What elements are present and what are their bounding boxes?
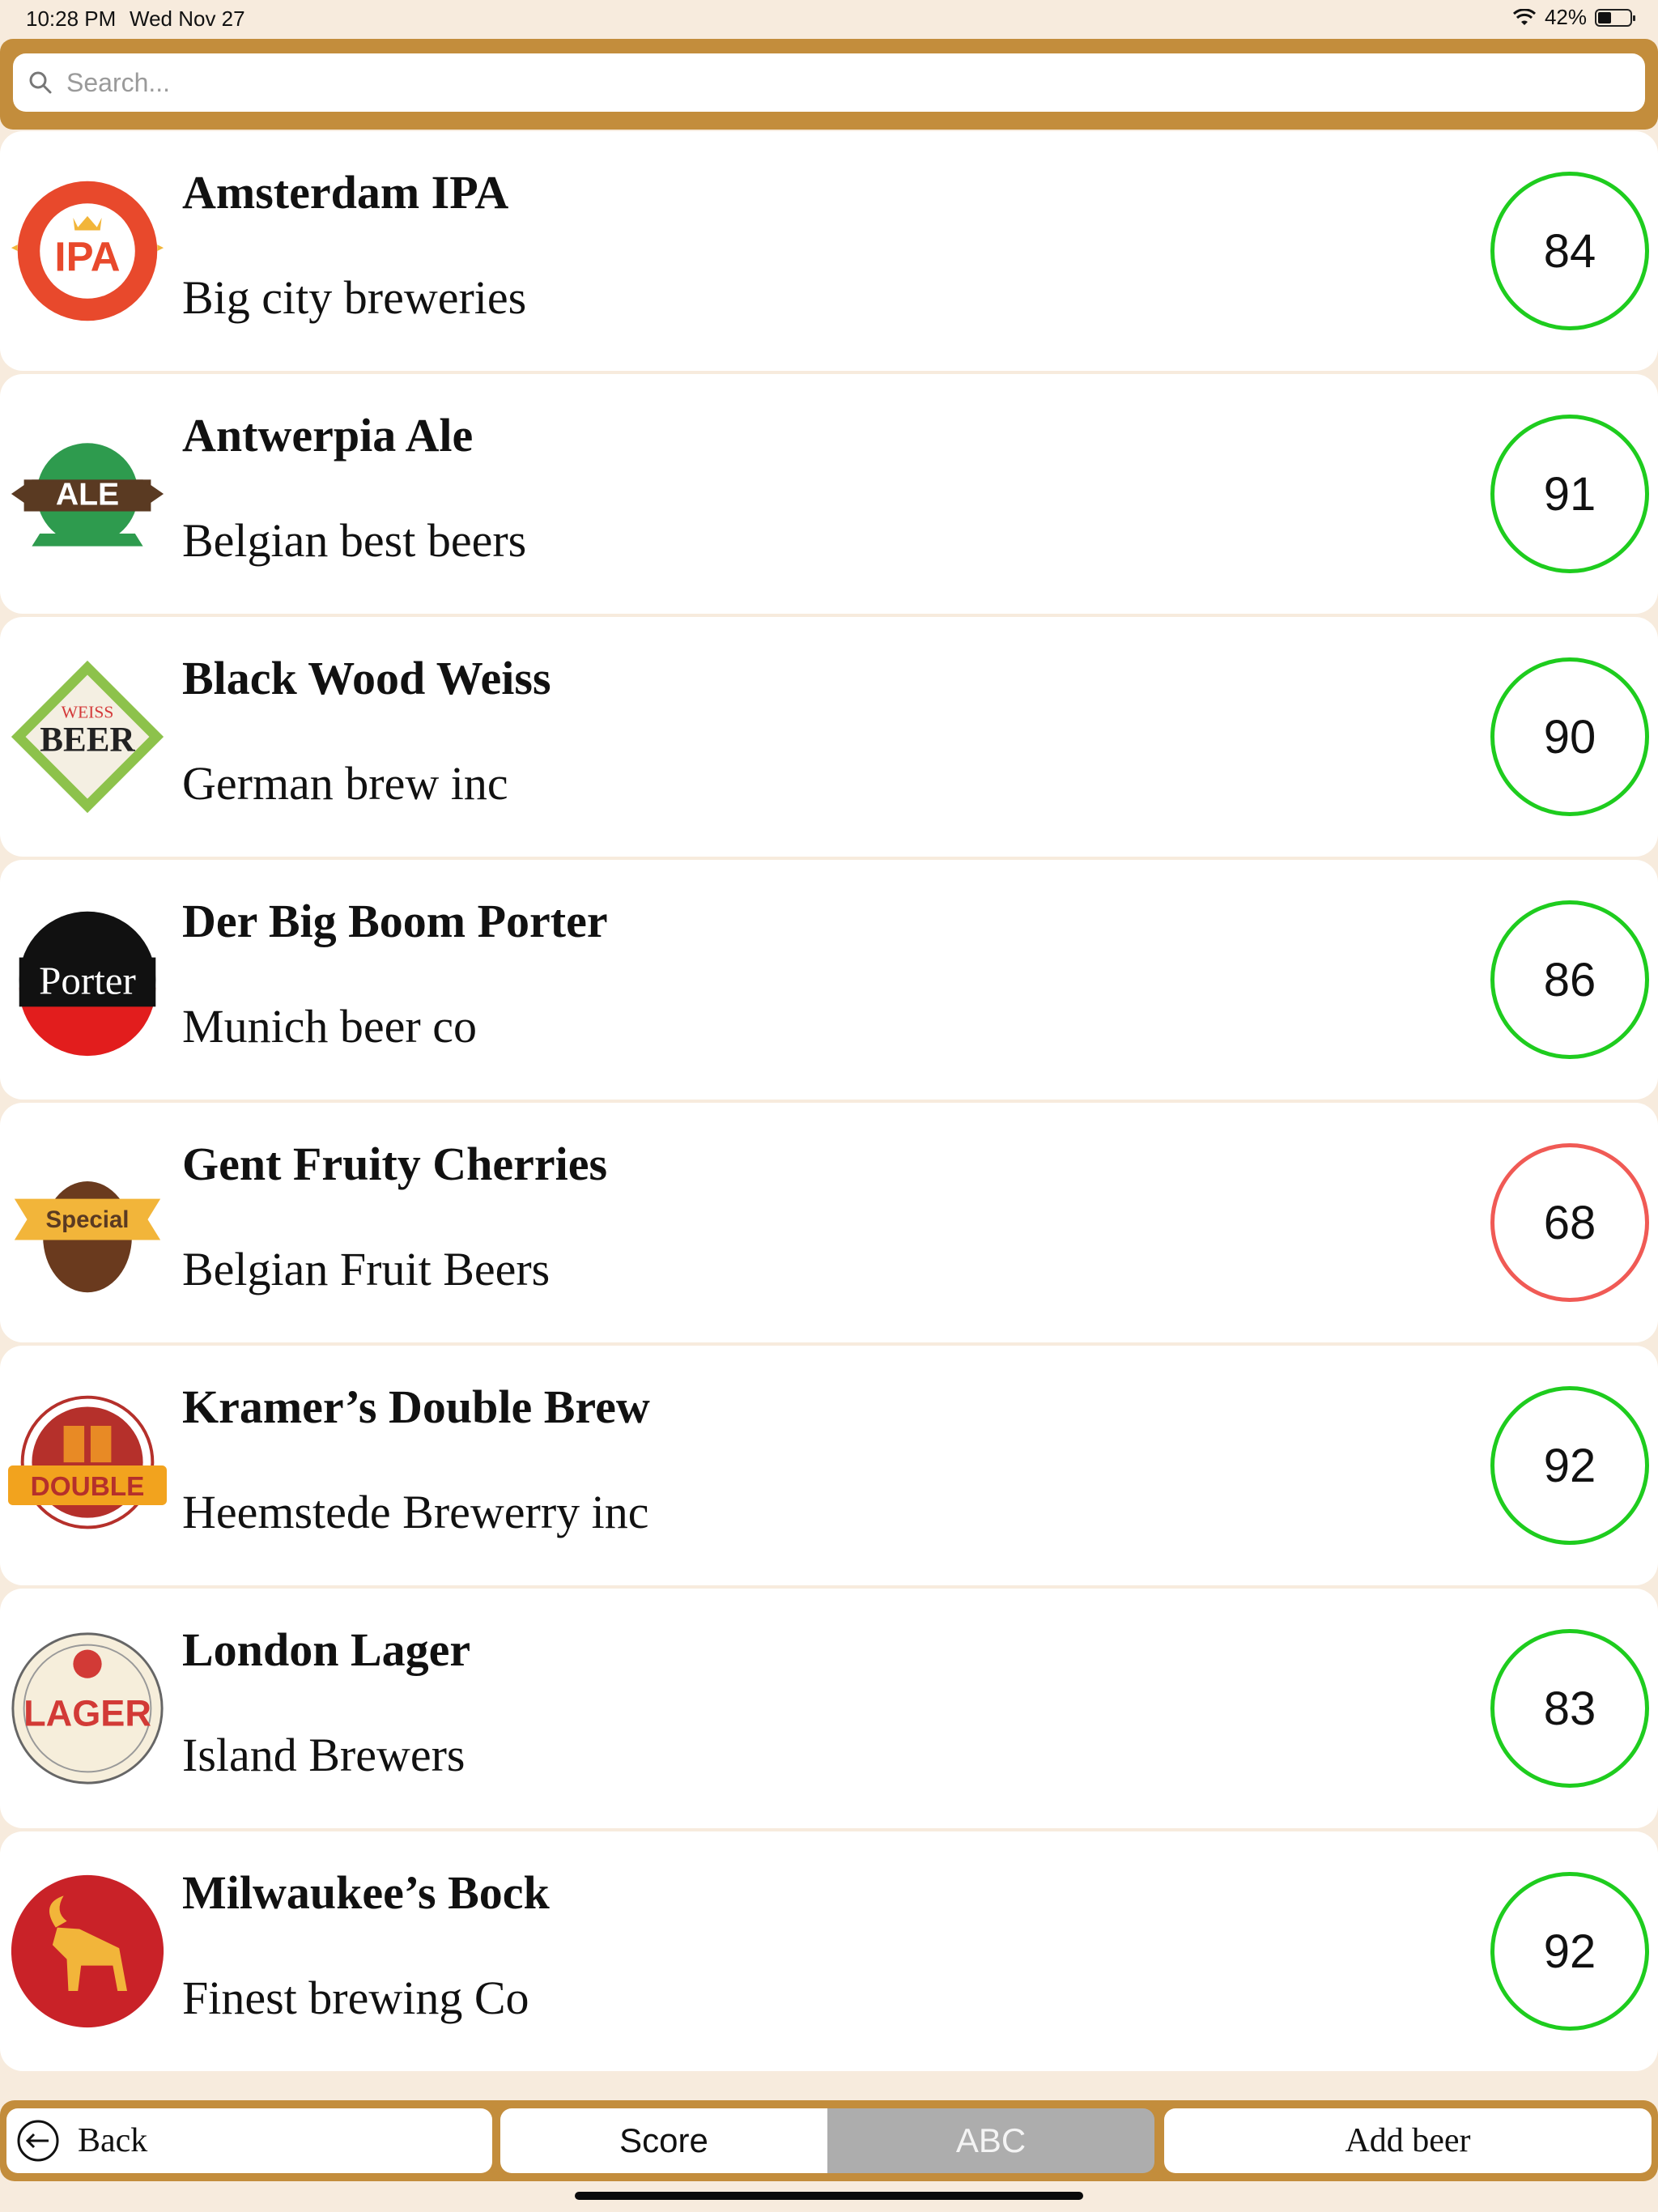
beer-name: Antwerpia Ale bbox=[182, 409, 474, 462]
score-badge: 92 bbox=[1490, 1386, 1649, 1545]
status-indicators: 42% bbox=[1512, 5, 1635, 30]
double-badge-icon: DOUBLE bbox=[8, 1395, 167, 1529]
svg-text:BEER: BEER bbox=[40, 721, 135, 759]
lager-badge-icon: LAGER bbox=[11, 1632, 164, 1784]
beer-name: Milwaukee’s Bock bbox=[182, 1866, 550, 1919]
back-label: Back bbox=[78, 2122, 148, 2159]
score-badge: 68 bbox=[1490, 1143, 1649, 1302]
home-indicator[interactable] bbox=[575, 2192, 1083, 2200]
search-icon bbox=[29, 71, 52, 94]
svg-text:Special: Special bbox=[46, 1206, 130, 1233]
status-bar: 10:28 PM Wed Nov 27 42% bbox=[0, 0, 1658, 39]
brewery-name: Big city breweries bbox=[182, 271, 527, 324]
beer-name: Black Wood Weiss bbox=[182, 652, 551, 704]
search-field[interactable] bbox=[13, 53, 1645, 112]
back-button[interactable]: Back bbox=[6, 2108, 492, 2173]
svg-text:Porter: Porter bbox=[39, 959, 136, 1003]
weiss-beer-badge-icon: WEISS BEER bbox=[11, 660, 164, 814]
beer-row-gent-fruity-cherries[interactable]: Special Gent Fruity Cherries Belgian Fru… bbox=[0, 1103, 1658, 1342]
brewery-name: Heemstede Brewerry inc bbox=[182, 1486, 649, 1538]
beer-row-london-lager[interactable]: LAGER London Lager Island Brewers 83 bbox=[0, 1589, 1658, 1828]
beer-row-black-wood-weiss[interactable]: WEISS BEER Black Wood Weiss German brew … bbox=[0, 617, 1658, 857]
goat-badge-icon bbox=[11, 1874, 164, 2028]
bottom-toolbar: Back Score ABC Add beer bbox=[0, 2100, 1658, 2181]
add-beer-button[interactable]: Add beer bbox=[1164, 2108, 1652, 2173]
beer-row-antwerpia-ale[interactable]: ALE Antwerpia Ale Belgian best beers 91 bbox=[0, 374, 1658, 614]
ipa-badge-icon: IPA bbox=[11, 181, 164, 321]
search-bar bbox=[0, 39, 1658, 130]
svg-text:WEISS: WEISS bbox=[62, 702, 114, 721]
status-time: 10:28 PM bbox=[26, 6, 117, 31]
svg-text:ALE: ALE bbox=[56, 478, 119, 513]
sort-abc-tab[interactable]: ABC bbox=[827, 2108, 1154, 2173]
score-badge: 92 bbox=[1490, 1872, 1649, 2031]
battery-icon bbox=[1595, 8, 1635, 27]
brewery-name: Finest brewing Co bbox=[182, 1972, 529, 2024]
brewery-name: German brew inc bbox=[182, 757, 508, 810]
brewery-name: Belgian best beers bbox=[182, 514, 527, 567]
porter-badge-icon: Porter bbox=[19, 911, 156, 1057]
brewery-name: Belgian Fruit Beers bbox=[182, 1243, 551, 1295]
battery-percent: 42% bbox=[1544, 5, 1587, 29]
brewery-name: Island Brewers bbox=[182, 1729, 466, 1781]
score-badge: 83 bbox=[1490, 1629, 1649, 1788]
ale-badge-icon: ALE bbox=[11, 443, 164, 547]
beer-row-milwaukees-bock[interactable]: Milwaukee’s Bock Finest brewing Co 92 bbox=[0, 1831, 1658, 2071]
beer-row-der-big-boom-porter[interactable]: Porter Der Big Boom Porter Munich beer c… bbox=[0, 860, 1658, 1100]
beer-name: London Lager bbox=[182, 1623, 471, 1676]
beer-name: Der Big Boom Porter bbox=[182, 895, 608, 947]
svg-text:LAGER: LAGER bbox=[23, 1693, 151, 1734]
back-arrow-icon bbox=[17, 2120, 59, 2162]
score-badge: 84 bbox=[1490, 172, 1649, 330]
beer-row-amsterdam-ipa[interactable]: IPA Amsterdam IPA Big city breweries 84 bbox=[0, 131, 1658, 371]
score-badge: 90 bbox=[1490, 657, 1649, 816]
special-barrel-badge-icon: Special bbox=[14, 1181, 161, 1293]
score-badge: 91 bbox=[1490, 415, 1649, 573]
beer-row-kramers-double-brew[interactable]: DOUBLE Kramer’s Double Brew Heemstede Br… bbox=[0, 1346, 1658, 1585]
beer-name: Kramer’s Double Brew bbox=[182, 1380, 650, 1433]
score-badge: 86 bbox=[1490, 900, 1649, 1059]
wifi-icon bbox=[1512, 8, 1536, 25]
svg-text:IPA: IPA bbox=[54, 234, 120, 280]
brewery-name: Munich beer co bbox=[182, 1000, 477, 1053]
svg-text:DOUBLE: DOUBLE bbox=[31, 1472, 145, 1502]
search-input[interactable] bbox=[65, 66, 1645, 99]
beer-name: Amsterdam IPA bbox=[182, 166, 509, 219]
sort-score-tab[interactable]: Score bbox=[500, 2108, 827, 2173]
status-date: Wed Nov 27 bbox=[130, 6, 245, 31]
beer-name: Gent Fruity Cherries bbox=[182, 1138, 608, 1190]
